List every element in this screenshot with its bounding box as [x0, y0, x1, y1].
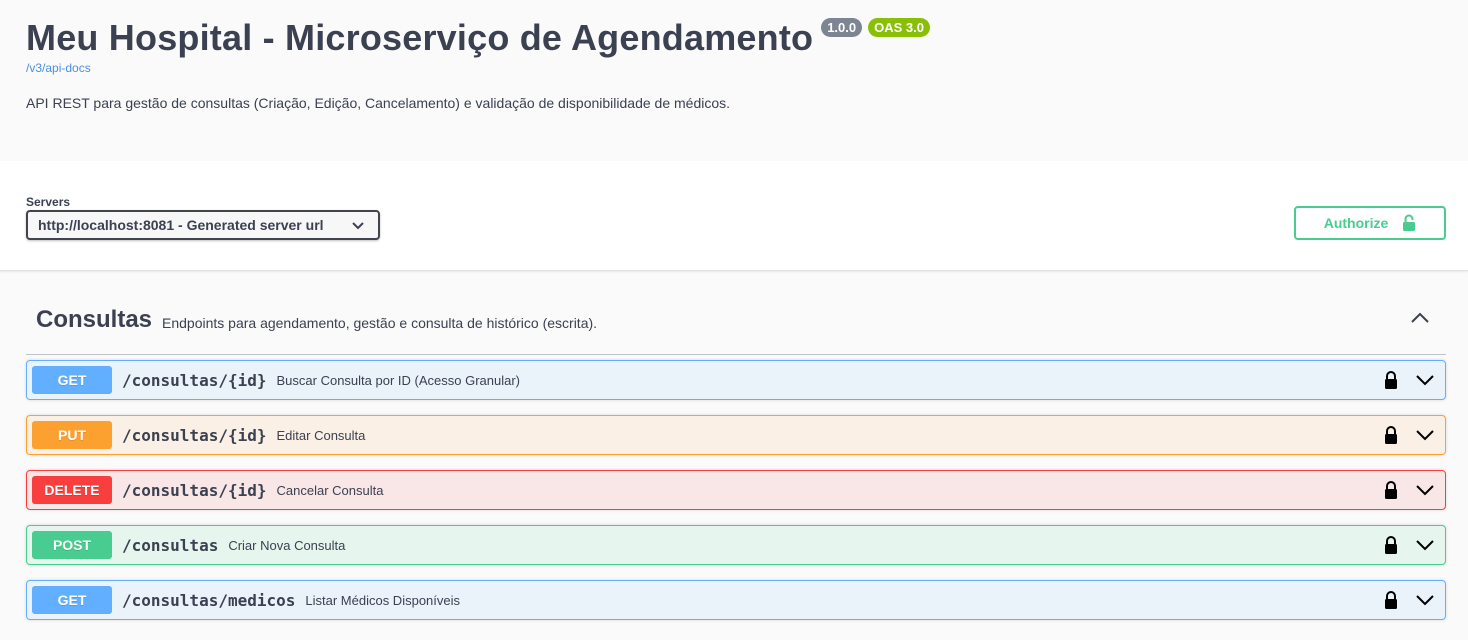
operation-put-consulta[interactable]: PUT /consultas/{id} Editar Consulta — [26, 415, 1446, 455]
operation-summary: Editar Consulta — [276, 427, 366, 443]
locked-padlock-icon[interactable] — [1383, 480, 1399, 500]
operation-path: /consultas/{id} — [122, 425, 267, 445]
locked-padlock-icon[interactable] — [1383, 590, 1399, 610]
locked-padlock-icon[interactable] — [1383, 535, 1399, 555]
operation-path: /consultas/{id} — [122, 370, 267, 390]
operation-get-consulta-by-id[interactable]: GET /consultas/{id} Buscar Consulta por … — [26, 360, 1446, 400]
chevron-down-icon[interactable] — [1415, 538, 1435, 552]
chevron-up-icon[interactable] — [1410, 310, 1430, 324]
chevron-down-icon[interactable] — [1415, 428, 1435, 442]
operation-summary: Cancelar Consulta — [276, 482, 384, 498]
api-title: Meu Hospital - Microserviço de Agendamen… — [26, 17, 814, 58]
operation-summary: Listar Médicos Disponíveis — [305, 592, 461, 608]
title-row: Meu Hospital - Microserviço de Agendamen… — [26, 14, 930, 62]
operation-summary: Criar Nova Consulta — [228, 537, 346, 553]
unlocked-padlock-icon — [1403, 214, 1416, 231]
api-docs-link[interactable]: /v3/api-docs — [26, 61, 91, 75]
chevron-down-icon[interactable] — [1415, 373, 1435, 387]
servers-label: Servers — [26, 195, 71, 209]
chevron-down-icon[interactable] — [1415, 483, 1435, 497]
server-select-value: http://localhost:8081 - Generated server… — [38, 217, 324, 233]
tag-name: Consultas — [36, 306, 153, 333]
tag-description: Endpoints para agendamento, gestão e con… — [162, 315, 598, 331]
authorize-button[interactable]: Authorize — [1294, 206, 1446, 240]
api-description: API REST para gestão de consultas (Criaç… — [26, 95, 731, 111]
operation-delete-consulta[interactable]: DELETE /consultas/{id} Cancelar Consulta — [26, 470, 1446, 510]
operation-path: /consultas — [122, 535, 219, 555]
method-badge: PUT — [32, 421, 112, 449]
oas-badge: OAS 3.0 — [868, 18, 930, 37]
operation-path: /consultas/medicos — [122, 590, 296, 610]
operation-summary: Buscar Consulta por ID (Acesso Granular) — [276, 372, 520, 388]
operation-post-consulta[interactable]: POST /consultas Criar Nova Consulta — [26, 525, 1446, 565]
server-select[interactable]: http://localhost:8081 - Generated server… — [26, 210, 380, 240]
authorize-label: Authorize — [1323, 215, 1389, 231]
version-badge: 1.0.0 — [821, 18, 863, 37]
operation-get-medicos[interactable]: GET /consultas/medicos Listar Médicos Di… — [26, 580, 1446, 620]
chevron-down-icon — [352, 222, 364, 230]
locked-padlock-icon[interactable] — [1383, 425, 1399, 445]
method-badge: DELETE — [32, 476, 112, 504]
method-badge: POST — [32, 531, 112, 559]
tag-section-header[interactable]: Consultas Endpoints para agendamento, ge… — [26, 296, 1446, 355]
api-info-header: Meu Hospital - Microserviço de Agendamen… — [0, 0, 1468, 161]
locked-padlock-icon[interactable] — [1383, 370, 1399, 390]
method-badge: GET — [32, 366, 112, 394]
method-badge: GET — [32, 586, 112, 614]
chevron-down-icon[interactable] — [1415, 593, 1435, 607]
scheme-container: Servers http://localhost:8081 - Generate… — [0, 161, 1468, 271]
operation-path: /consultas/{id} — [122, 480, 267, 500]
